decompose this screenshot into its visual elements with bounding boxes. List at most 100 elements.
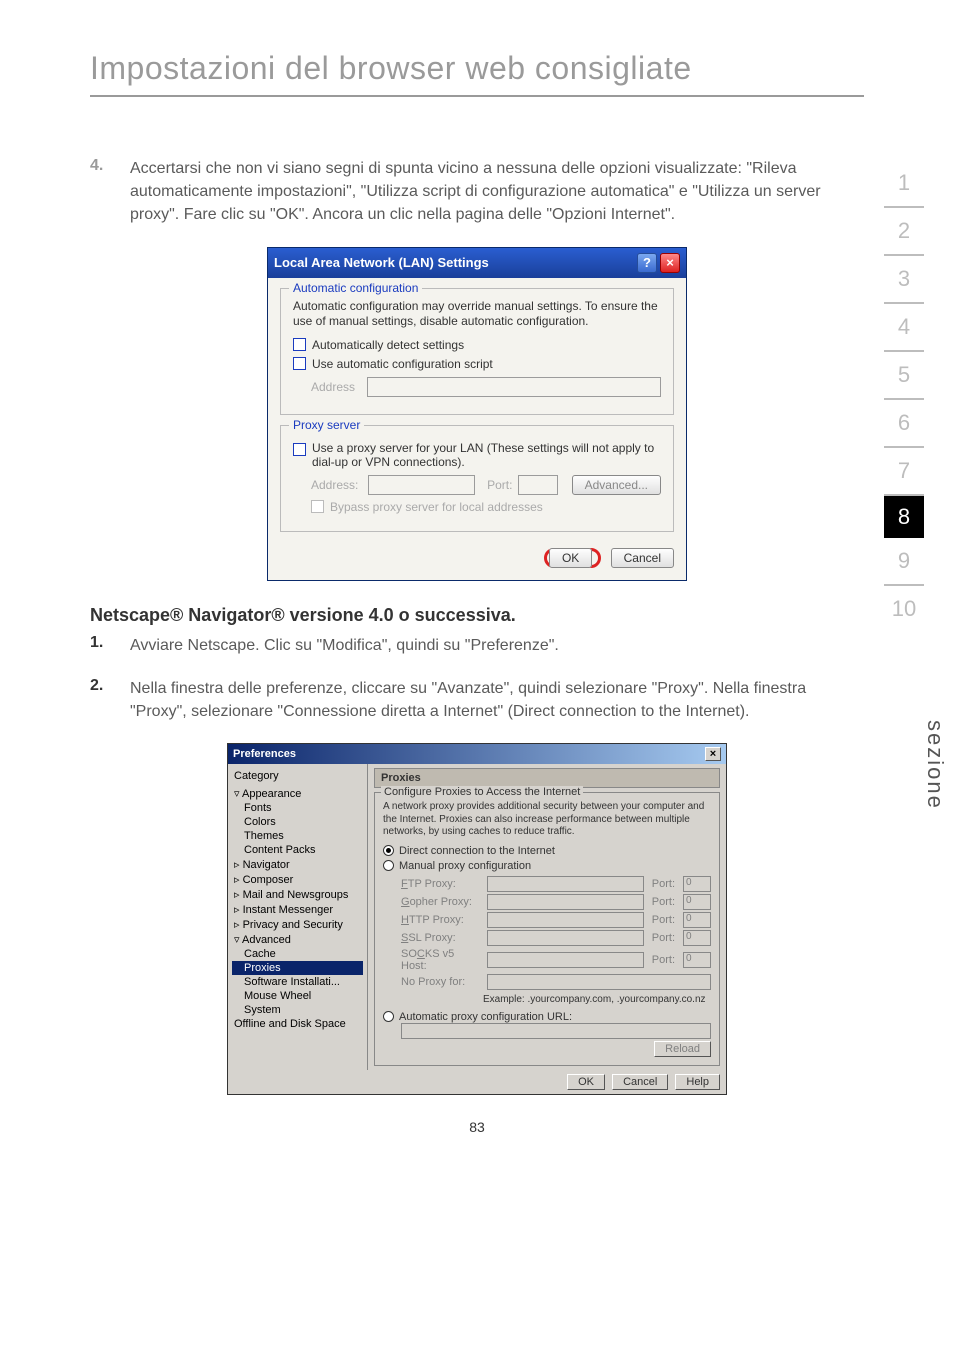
proxy-address-label: Address: — [311, 478, 362, 492]
ns-title-text: Preferences — [233, 748, 296, 760]
tree-cache[interactable]: Cache — [232, 947, 363, 961]
gopher-port-label: Port: — [650, 896, 677, 908]
auto-detect-label: Automatically detect settings — [312, 338, 464, 352]
example-text: Example: .yourcompany.com, .yourcompany.… — [483, 994, 711, 1005]
lan-title-text: Local Area Network (LAN) Settings — [274, 255, 489, 270]
step-number-2: 2. — [90, 677, 130, 723]
page-number: 83 — [90, 1119, 864, 1135]
netscape-heading: Netscape® Navigator® versione 4.0 o succ… — [90, 605, 864, 626]
tree-instant-messenger[interactable]: Instant Messenger — [243, 904, 334, 916]
tab-5[interactable]: 5 — [884, 352, 924, 400]
tree-offline[interactable]: Offline and Disk Space — [232, 1017, 363, 1031]
tab-9[interactable]: 9 — [884, 538, 924, 586]
ssl-port: 0 — [683, 930, 711, 946]
panel-title: Proxies — [374, 768, 720, 788]
tree-composer[interactable]: Composer — [243, 874, 294, 886]
proxy-port-label: Port: — [487, 478, 512, 492]
tab-4[interactable]: 4 — [884, 304, 924, 352]
tree-mouse-wheel[interactable]: Mouse Wheel — [232, 989, 363, 1003]
ftp-label: FTP Proxy: — [401, 878, 481, 890]
gopher-label: Gopher Proxy: — [401, 896, 481, 908]
auto-detect-checkbox[interactable] — [293, 338, 306, 351]
fieldset-desc: A network proxy provides additional secu… — [383, 801, 711, 839]
lan-settings-dialog: Local Area Network (LAN) Settings ? × Au… — [267, 247, 687, 581]
socks-port: 0 — [683, 952, 711, 968]
category-label: Category — [232, 768, 363, 786]
section-label: sezione — [922, 720, 948, 810]
tree-advanced[interactable]: Advanced — [242, 934, 291, 946]
http-port-label: Port: — [650, 914, 677, 926]
ok-button[interactable]: OK — [549, 548, 592, 568]
bypass-local-checkbox — [311, 500, 324, 513]
tab-7[interactable]: 7 — [884, 448, 924, 496]
tab-10[interactable]: 10 — [884, 586, 924, 632]
tab-3[interactable]: 3 — [884, 256, 924, 304]
automatic-config-desc: Automatic configuration may override man… — [293, 299, 661, 330]
http-label: HTTP Proxy: — [401, 914, 481, 926]
tab-1[interactable]: 1 — [884, 160, 924, 208]
http-port: 0 — [683, 912, 711, 928]
tree-themes[interactable]: Themes — [232, 829, 363, 843]
cancel-button[interactable]: Cancel — [611, 548, 674, 568]
page-title: Impostazioni del browser web consigliate — [90, 50, 864, 97]
radio-auto[interactable] — [383, 1011, 394, 1022]
ssl-label: SSL Proxy: — [401, 932, 481, 944]
socks-port-label: Port: — [650, 954, 677, 966]
socks-label: SOCKS v5 Host: — [401, 948, 481, 972]
automatic-config-group: Automatic configuration Automatic config… — [280, 288, 674, 415]
fieldset-legend: Configure Proxies to Access the Internet — [381, 786, 583, 798]
gopher-input — [487, 894, 644, 910]
ftp-port-label: Port: — [650, 878, 677, 890]
tree-appearance[interactable]: Appearance — [242, 788, 301, 800]
reload-button: Reload — [654, 1041, 711, 1057]
ns-titlebar: Preferences × — [228, 744, 726, 764]
tab-8[interactable]: 8 — [884, 496, 924, 538]
radio-direct[interactable] — [383, 845, 394, 856]
tree-navigator[interactable]: Navigator — [243, 859, 290, 871]
auto-script-checkbox[interactable] — [293, 357, 306, 370]
help-button[interactable]: ? — [637, 253, 657, 273]
tree-software[interactable]: Software Installati... — [232, 975, 363, 989]
step-number-1: 1. — [90, 634, 130, 657]
tab-6[interactable]: 6 — [884, 400, 924, 448]
tree-mail[interactable]: Mail and Newsgroups — [243, 889, 349, 901]
category-tree[interactable]: ▿ Appearance Fonts Colors Themes Content… — [232, 786, 363, 1031]
tree-privacy-security[interactable]: Privacy and Security — [243, 919, 343, 931]
http-input — [487, 912, 644, 928]
tree-colors[interactable]: Colors — [232, 815, 363, 829]
use-proxy-checkbox[interactable] — [293, 443, 306, 456]
step-1-text: Avviare Netscape. Clic su "Modifica", qu… — [130, 634, 559, 657]
ns-ok-button[interactable]: OK — [567, 1074, 605, 1090]
address-label: Address — [311, 380, 355, 394]
step-number-4: 4. — [90, 157, 130, 227]
ssl-input — [487, 930, 644, 946]
proxy-port-input — [518, 475, 557, 495]
noproxy-label: No Proxy for: — [401, 976, 481, 988]
socks-input — [487, 952, 644, 968]
ns-help-button[interactable]: Help — [675, 1074, 720, 1090]
ssl-port-label: Port: — [650, 932, 677, 944]
close-button[interactable]: × — [660, 253, 680, 273]
step-4-text: Accertarsi che non vi siano segni di spu… — [130, 157, 864, 227]
lan-titlebar: Local Area Network (LAN) Settings ? × — [268, 248, 686, 278]
radio-manual[interactable] — [383, 860, 394, 871]
advanced-button[interactable]: Advanced... — [572, 475, 661, 495]
ftp-port: 0 — [683, 876, 711, 892]
ftp-input — [487, 876, 644, 892]
step-2-text: Nella finestra delle preferenze, cliccar… — [130, 677, 864, 723]
gopher-port: 0 — [683, 894, 711, 910]
automatic-config-legend: Automatic configuration — [289, 281, 422, 295]
tree-fonts[interactable]: Fonts — [232, 801, 363, 815]
ns-cancel-button[interactable]: Cancel — [612, 1074, 668, 1090]
radio-direct-label: Direct connection to the Internet — [399, 845, 555, 857]
tab-2[interactable]: 2 — [884, 208, 924, 256]
radio-auto-label: Automatic proxy configuration URL: — [399, 1011, 572, 1023]
ns-close-button[interactable]: × — [705, 747, 721, 761]
proxy-address-input — [368, 475, 475, 495]
netscape-preferences-dialog: Preferences × Category ▿ Appearance Font… — [227, 743, 727, 1095]
tree-system[interactable]: System — [232, 1003, 363, 1017]
tree-proxies[interactable]: Proxies — [232, 961, 363, 975]
auto-script-label: Use automatic configuration script — [312, 357, 493, 371]
tree-content-packs[interactable]: Content Packs — [232, 843, 363, 857]
proxy-server-legend: Proxy server — [289, 418, 364, 432]
